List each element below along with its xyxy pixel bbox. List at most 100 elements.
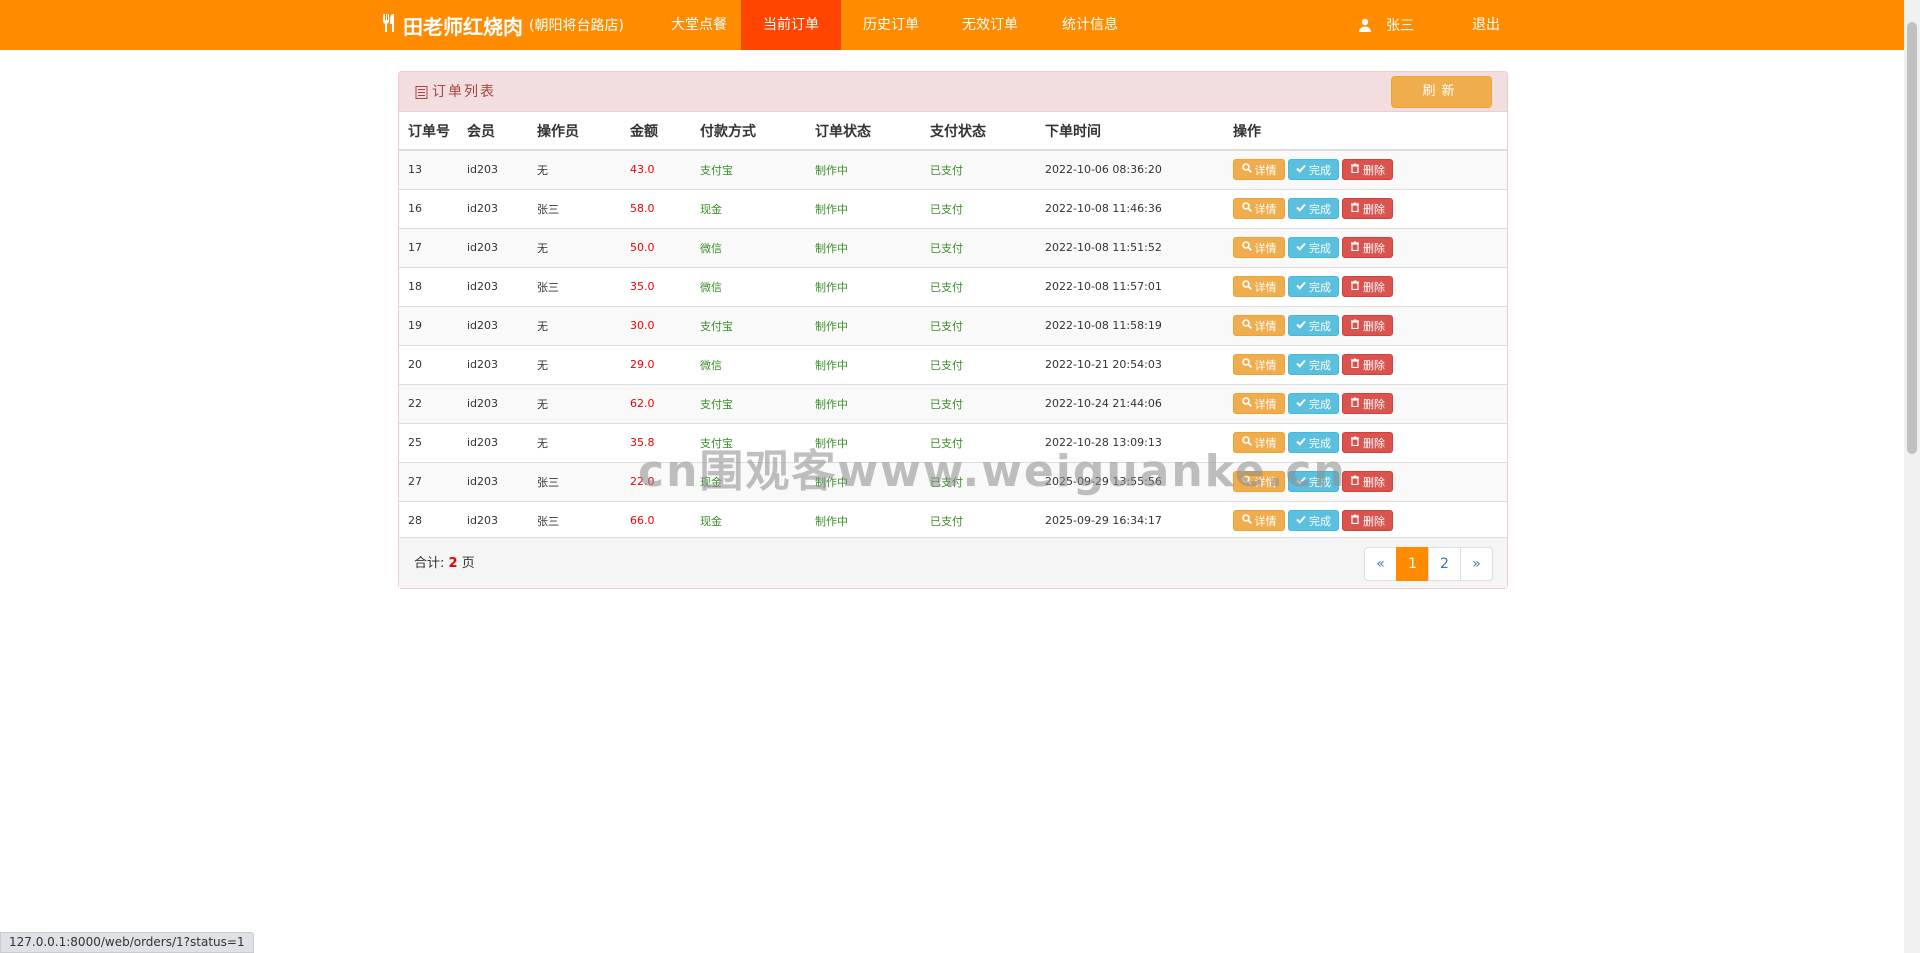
brand-name: 田老师红烧肉 xyxy=(403,14,523,39)
col-order-time: 下单时间 xyxy=(1036,112,1224,151)
delete-button[interactable]: 删除 xyxy=(1342,159,1393,181)
detail-button[interactable]: 详情 xyxy=(1233,354,1285,375)
delete-button[interactable]: 删除 xyxy=(1342,315,1393,336)
cell-payment-status: 已支付 xyxy=(921,266,1036,306)
detail-button[interactable]: 详情 xyxy=(1233,510,1285,532)
delete-button[interactable]: 删除 xyxy=(1342,510,1393,532)
search-icon xyxy=(1241,358,1255,371)
page-1[interactable]: 1 xyxy=(1396,547,1429,581)
trash-icon xyxy=(1350,358,1363,371)
nav-item-statistics[interactable]: 统计信息 xyxy=(1040,0,1140,50)
complete-button[interactable]: 完成 xyxy=(1288,432,1339,453)
complete-label: 完成 xyxy=(1309,358,1331,372)
delete-button[interactable]: 删除 xyxy=(1342,237,1393,258)
trash-icon xyxy=(1350,280,1363,293)
detail-button[interactable]: 详情 xyxy=(1233,315,1285,336)
scrollbar-thumb[interactable] xyxy=(1907,22,1917,454)
detail-button[interactable]: 详情 xyxy=(1233,198,1285,219)
nav-item-invalid-orders[interactable]: 无效订单 xyxy=(940,0,1040,50)
complete-button[interactable]: 完成 xyxy=(1288,471,1339,492)
table-row: 25 id203 无 35.8 支付宝 制作中 已支付 2022-10-28 13:09:13… xyxy=(399,422,1507,462)
cell-actions: 详情 完成 删除 xyxy=(1224,344,1507,384)
page-2[interactable]: 2 xyxy=(1428,547,1461,581)
nav-item-hall-order[interactable]: 大堂点餐 xyxy=(649,0,749,50)
delete-button[interactable]: 删除 xyxy=(1342,354,1393,375)
detail-button[interactable]: 详情 xyxy=(1233,237,1285,258)
search-icon xyxy=(1241,436,1255,449)
cell-payment-method: 微信 xyxy=(691,227,806,267)
cell-order-id: 22 xyxy=(399,383,458,423)
cell-operator: 无 xyxy=(528,227,621,267)
total-pages: 合计: 2 页 xyxy=(414,538,475,589)
panel-title-text: 订单列表 xyxy=(432,84,496,100)
brand[interactable]: 田老师红烧肉 (朝阳将台路店) xyxy=(381,0,624,50)
refresh-button[interactable]: 刷新 xyxy=(1391,76,1492,108)
page-next[interactable]: » xyxy=(1460,547,1493,581)
cell-payment-method: 现金 xyxy=(691,188,806,228)
cell-payment-method: 支付宝 xyxy=(691,422,806,462)
fork-knife-icon xyxy=(381,13,399,38)
complete-button[interactable]: 完成 xyxy=(1288,276,1339,297)
row-actions: 详情 完成 删除 xyxy=(1233,432,1507,453)
complete-button[interactable]: 完成 xyxy=(1288,159,1339,181)
trash-icon xyxy=(1350,241,1363,254)
cell-order-id: 27 xyxy=(399,461,458,501)
navbar: 田老师红烧肉 (朝阳将台路店) 大堂点餐 当前订单 历史订单 无效订单 统计信息… xyxy=(0,0,1904,50)
order-rows: 13 id203 无 43.0 支付宝 制作中 已支付 2022-10-06 08:36:20… xyxy=(399,149,1507,540)
detail-button[interactable]: 详情 xyxy=(1233,276,1285,297)
nav-item-history-orders[interactable]: 历史订单 xyxy=(841,0,941,50)
complete-button[interactable]: 完成 xyxy=(1288,393,1339,414)
panel-footer: 合计: 2 页 « 1 2 » xyxy=(399,537,1507,588)
search-icon xyxy=(1241,475,1255,488)
delete-button[interactable]: 删除 xyxy=(1342,432,1393,453)
complete-button[interactable]: 完成 xyxy=(1288,510,1339,532)
row-actions: 详情 完成 删除 xyxy=(1233,471,1507,492)
list-icon xyxy=(415,85,428,99)
cell-operator: 无 xyxy=(528,305,621,345)
row-actions: 详情 完成 删除 xyxy=(1233,159,1507,181)
delete-label: 删除 xyxy=(1363,241,1385,255)
cell-payment-status: 已支付 xyxy=(921,461,1036,501)
row-actions: 详情 完成 删除 xyxy=(1233,510,1507,532)
complete-label: 完成 xyxy=(1309,319,1331,333)
cell-order-id: 17 xyxy=(399,227,458,267)
cell-order-status: 制作中 xyxy=(806,461,921,501)
complete-button[interactable]: 完成 xyxy=(1288,237,1339,258)
cell-actions: 详情 完成 删除 xyxy=(1224,500,1507,540)
col-payment-method: 付款方式 xyxy=(691,112,806,151)
complete-button[interactable]: 完成 xyxy=(1288,198,1339,219)
search-icon xyxy=(1241,241,1255,254)
complete-button[interactable]: 完成 xyxy=(1288,315,1339,336)
detail-button[interactable]: 详情 xyxy=(1233,432,1285,453)
search-icon xyxy=(1241,163,1255,176)
cell-order-id: 25 xyxy=(399,422,458,462)
delete-button[interactable]: 删除 xyxy=(1342,198,1393,219)
detail-button[interactable]: 详情 xyxy=(1233,159,1285,181)
detail-button[interactable]: 详情 xyxy=(1233,393,1285,414)
delete-button[interactable]: 删除 xyxy=(1342,276,1393,297)
delete-button[interactable]: 删除 xyxy=(1342,471,1393,492)
cell-amount: 43.0 xyxy=(621,149,691,189)
cell-order-status: 制作中 xyxy=(806,188,921,228)
search-icon xyxy=(1241,202,1255,215)
trash-icon xyxy=(1350,436,1363,449)
cell-actions: 详情 完成 删除 xyxy=(1224,266,1507,306)
cell-amount: 62.0 xyxy=(621,383,691,423)
cell-actions: 详情 完成 删除 xyxy=(1224,461,1507,501)
cell-payment-method: 微信 xyxy=(691,344,806,384)
cell-payment-status: 已支付 xyxy=(921,188,1036,228)
delete-button[interactable]: 删除 xyxy=(1342,393,1393,414)
cell-payment-method: 现金 xyxy=(691,500,806,540)
detail-label: 详情 xyxy=(1254,397,1277,411)
row-actions: 详情 完成 删除 xyxy=(1233,198,1507,219)
nav-item-current-orders[interactable]: 当前订单 xyxy=(741,0,841,50)
logout-link[interactable]: 退出 xyxy=(1472,0,1500,50)
page-prev[interactable]: « xyxy=(1364,547,1397,581)
cell-actions: 详情 完成 删除 xyxy=(1224,305,1507,345)
nav-user[interactable]: 张三 xyxy=(1358,0,1414,50)
delete-label: 删除 xyxy=(1363,358,1385,372)
table-row: 13 id203 无 43.0 支付宝 制作中 已支付 2022-10-06 08:36:20… xyxy=(399,149,1507,189)
complete-button[interactable]: 完成 xyxy=(1288,354,1339,375)
detail-button[interactable]: 详情 xyxy=(1233,471,1285,492)
cell-amount: 30.0 xyxy=(621,305,691,345)
